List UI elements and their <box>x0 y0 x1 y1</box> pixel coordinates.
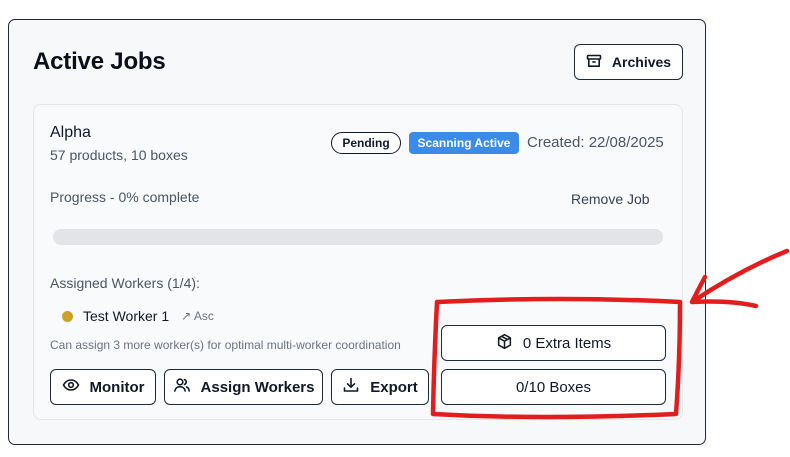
export-label: Export <box>370 378 418 396</box>
worker-status-dot <box>62 310 73 322</box>
monitor-button[interactable]: Monitor <box>50 369 156 405</box>
status-badge: Pending <box>331 132 401 154</box>
archive-box-icon <box>586 53 602 72</box>
job-name: Alpha <box>50 124 91 141</box>
assign-workers-button[interactable]: Assign Workers <box>164 369 323 405</box>
extra-items-button[interactable]: 0 Extra Items <box>441 325 666 361</box>
archives-button[interactable]: Archives <box>574 44 683 80</box>
eye-icon <box>62 376 80 398</box>
worker-name: Test Worker 1 <box>83 308 170 324</box>
progress-bar <box>53 229 663 245</box>
package-icon <box>496 333 513 354</box>
boxes-count-button[interactable]: 0/10 Boxes <box>441 369 666 405</box>
remove-job-button[interactable]: Remove Job <box>571 191 650 207</box>
monitor-label: Monitor <box>89 378 145 396</box>
page-title: Active Jobs <box>33 48 166 75</box>
download-icon <box>342 376 360 398</box>
assign-workers-label: Assign Workers <box>200 378 315 396</box>
progress-label: Progress - 0% complete <box>50 189 200 205</box>
users-icon <box>173 376 191 398</box>
archives-label: Archives <box>611 54 672 70</box>
assign-hint: Can assign 3 more worker(s) for optimal … <box>50 338 401 352</box>
export-button[interactable]: Export <box>331 369 429 405</box>
annotation-arrow <box>689 248 790 309</box>
extra-items-label: 0 Extra Items <box>522 334 612 352</box>
created-date: Created: 22/08/2025 <box>527 134 664 151</box>
assigned-workers-label: Assigned Workers (1/4): <box>50 275 200 291</box>
worker-sort-indicator[interactable]: ↗ Asc <box>181 309 214 323</box>
scanning-badge: Scanning Active <box>409 132 519 154</box>
job-meta: 57 products, 10 boxes <box>50 147 188 163</box>
worker-item: Test Worker 1 ↗ Asc <box>62 308 214 324</box>
boxes-count-label: 0/10 Boxes <box>515 378 592 396</box>
